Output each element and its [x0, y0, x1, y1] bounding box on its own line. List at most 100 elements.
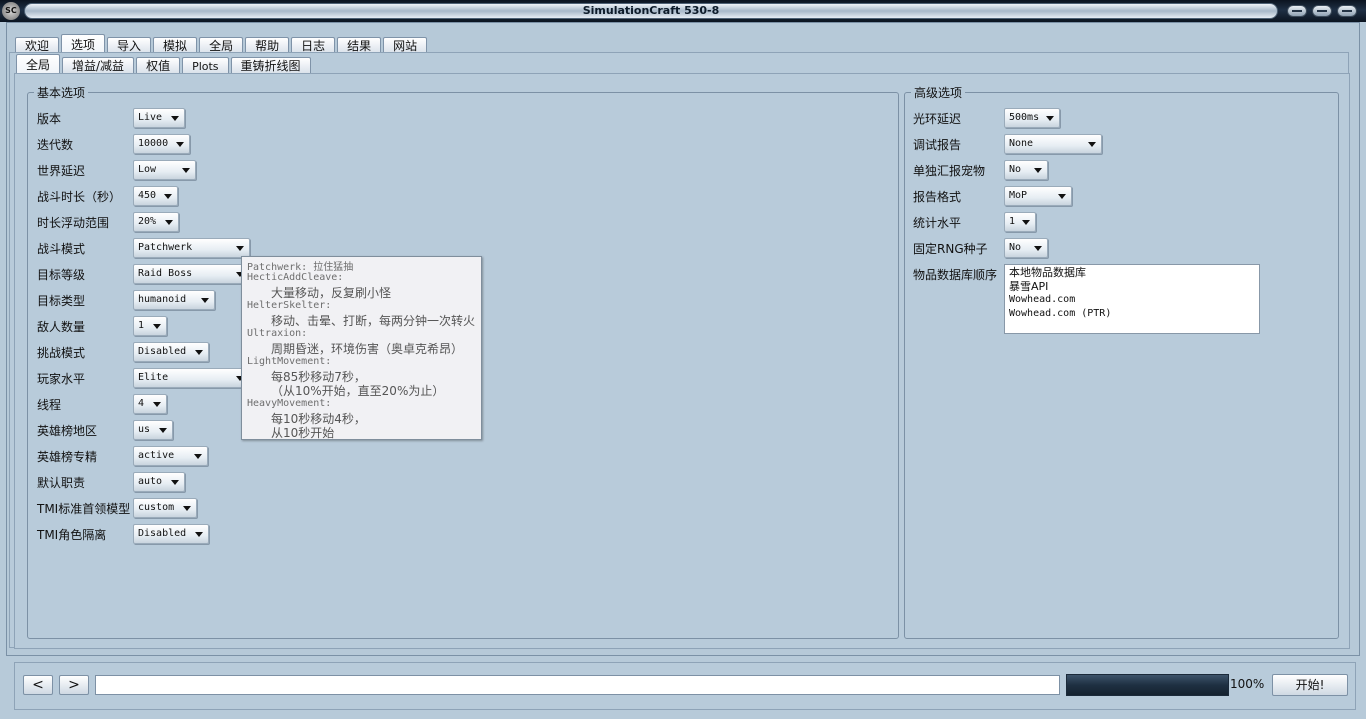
- minimize-button[interactable]: [1287, 5, 1307, 17]
- list-item[interactable]: Wowhead.com (PTR): [1009, 308, 1255, 322]
- chevron-down-icon: [183, 506, 191, 511]
- print-style-select[interactable]: MoP: [1004, 186, 1072, 206]
- option-label: 战斗模式: [37, 241, 86, 256]
- select-value: Low: [138, 164, 157, 175]
- option-row: 默认职责 auto: [37, 472, 185, 492]
- select-value: humanoid: [138, 294, 187, 305]
- option-label: 默认职责: [37, 475, 86, 490]
- maximize-button[interactable]: [1312, 5, 1332, 17]
- start-button[interactable]: 开始!: [1272, 674, 1348, 696]
- chevron-down-icon: [1034, 246, 1042, 251]
- option-label: 英雄榜专精: [37, 449, 98, 464]
- forward-button[interactable]: >: [59, 675, 89, 695]
- chevron-down-icon: [171, 480, 179, 485]
- select-value: 4: [138, 398, 145, 409]
- subtab-global[interactable]: 全局: [16, 54, 61, 75]
- option-row: 英雄榜专精 active: [37, 446, 208, 466]
- select-value: No: [1009, 164, 1022, 175]
- option-label: 玩家水平: [37, 371, 86, 386]
- select-value: 20%: [138, 216, 157, 227]
- option-row: TMI标准首领模型 custom: [37, 498, 197, 518]
- statistics-level-select[interactable]: 1: [1004, 212, 1036, 232]
- chevron-down-icon: [176, 142, 184, 147]
- chevron-down-icon: [1058, 194, 1066, 199]
- option-label: 英雄榜地区: [37, 423, 98, 438]
- chevron-down-icon: [1034, 168, 1042, 173]
- iterations-select[interactable]: 10000: [133, 134, 190, 154]
- threads-select[interactable]: 4: [133, 394, 167, 414]
- option-row: 时长浮动范围 20%: [37, 212, 179, 232]
- close-button[interactable]: [1337, 5, 1357, 17]
- world-lag-select[interactable]: Low: [133, 160, 196, 180]
- fight-style-select[interactable]: Patchwerk: [133, 238, 250, 258]
- select-value: active: [138, 450, 175, 461]
- list-item[interactable]: 暴雪API: [1009, 280, 1255, 294]
- item-db-order-label: 物品数据库顺序: [913, 267, 998, 282]
- item-db-order-list[interactable]: 本地物品数据库 暴雪API Wowhead.com Wowhead.com (P…: [1004, 264, 1260, 334]
- select-value: 10000: [138, 138, 169, 149]
- tooltip-line: LightMovement:: [247, 356, 332, 367]
- back-button[interactable]: <: [23, 675, 53, 695]
- chevron-down-icon: [165, 220, 173, 225]
- select-value: 500ms: [1009, 112, 1040, 123]
- chevron-down-icon: [153, 324, 161, 329]
- option-label: 报告格式: [913, 189, 962, 204]
- report-pets-select[interactable]: No: [1004, 160, 1048, 180]
- fight-variance-select[interactable]: 20%: [133, 212, 179, 232]
- option-label: 敌人数量: [37, 319, 86, 334]
- target-race-select[interactable]: humanoid: [133, 290, 215, 310]
- list-item[interactable]: Wowhead.com: [1009, 294, 1255, 308]
- chevron-down-icon: [195, 350, 203, 355]
- option-row: 玩家水平 Elite: [37, 368, 250, 388]
- option-label: 目标等级: [37, 267, 86, 282]
- option-row: 固定RNG种子 No: [913, 238, 1048, 258]
- option-row: 调试报告 None: [913, 134, 1102, 154]
- option-row: 统计水平 1: [913, 212, 1036, 232]
- option-row: 目标类型 humanoid: [37, 290, 215, 310]
- option-row: 敌人数量 1: [37, 316, 167, 336]
- option-label: 挑战模式: [37, 345, 86, 360]
- option-row: 目标等级 Raid Boss: [37, 264, 250, 284]
- player-skill-select[interactable]: Elite: [133, 368, 250, 388]
- num-enemies-select[interactable]: 1: [133, 316, 167, 336]
- default-role-select[interactable]: auto: [133, 472, 185, 492]
- option-row: 光环延迟 500ms: [913, 108, 1060, 128]
- tooltip-line: （从10%开始，直至20%为止）: [271, 384, 445, 398]
- tooltip-line: 从10秒开始: [271, 426, 335, 440]
- aura-delay-select[interactable]: 500ms: [1004, 108, 1060, 128]
- version-select[interactable]: Live: [133, 108, 185, 128]
- tooltip-line: 每85秒移动7秒，: [271, 370, 366, 384]
- list-item[interactable]: 本地物品数据库: [1009, 266, 1255, 280]
- title-pill: SimulationCraft 530-8: [24, 3, 1278, 19]
- command-line-input[interactable]: [95, 675, 1060, 695]
- select-value: Patchwerk: [138, 242, 193, 253]
- sub-tab-bar: 全局 增益/减益 权值 Plots 重铸折线图: [16, 54, 313, 75]
- tooltip-line: Patchwerk: 拉住猛抽: [247, 262, 354, 273]
- tmi-boss-select[interactable]: custom: [133, 498, 197, 518]
- select-value: Disabled: [138, 346, 187, 357]
- chevron-down-icon: [201, 298, 209, 303]
- select-value: us: [138, 424, 151, 435]
- armory-region-select[interactable]: us: [133, 420, 173, 440]
- option-row: 英雄榜地区 us: [37, 420, 173, 440]
- debug-select[interactable]: None: [1004, 134, 1102, 154]
- option-row: 物品数据库顺序: [913, 264, 1004, 284]
- option-label: 版本: [37, 111, 62, 126]
- app-logo-icon[interactable]: SC: [2, 2, 20, 20]
- fight-length-select[interactable]: 450: [133, 186, 178, 206]
- select-value: 1: [138, 320, 145, 331]
- target-level-select[interactable]: Raid Boss: [133, 264, 250, 284]
- chevron-down-icon: [1022, 220, 1030, 225]
- deterministic-rng-select[interactable]: No: [1004, 238, 1048, 258]
- challenge-mode-select[interactable]: Disabled: [133, 342, 209, 362]
- tooltip-line: HecticAddCleave:: [247, 272, 344, 283]
- armory-spec-select[interactable]: active: [133, 446, 208, 466]
- chevron-down-icon: [159, 428, 167, 433]
- option-label: 时长浮动范围: [37, 215, 110, 230]
- option-row: 报告格式 MoP: [913, 186, 1072, 206]
- basic-options-title: 基本选项: [37, 86, 86, 100]
- select-value: 1: [1009, 216, 1016, 227]
- chevron-down-icon: [153, 402, 161, 407]
- option-row: 战斗模式 Patchwerk: [37, 238, 250, 258]
- tmi-window-select[interactable]: Disabled: [133, 524, 209, 544]
